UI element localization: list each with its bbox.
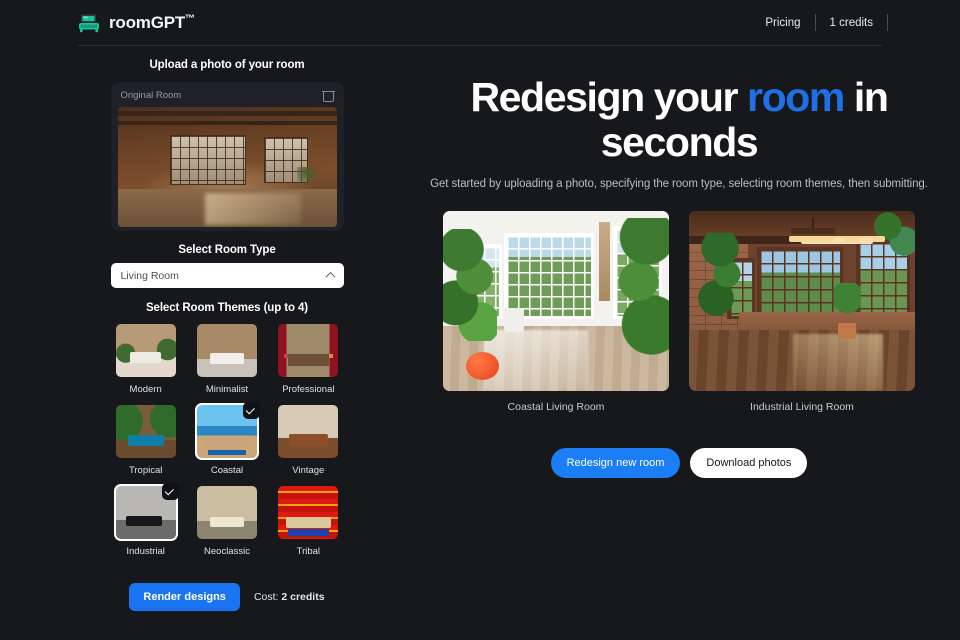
pricing-link[interactable]: Pricing [751,17,814,29]
theme-thumbnail-box[interactable] [276,403,340,460]
original-photo-card: Original Room [110,82,344,231]
brand-trademark: ™ [185,12,195,24]
theme-thumbnail-image [278,405,339,458]
original-photo-header: Original Room [118,89,337,107]
theme-option-neoclassic[interactable]: Neoclassic [192,484,262,557]
theme-thumbnail-box[interactable] [195,322,259,379]
theme-thumbnail-image [278,486,339,539]
chandelier-icon [788,218,838,247]
page-title: Redesign your room in seconds [398,74,960,165]
theme-thumbnail-image [115,324,176,377]
couch-icon [79,14,99,32]
action-buttons: Redesign new room Download photos [398,448,960,479]
title-part-1: Redesign your [470,74,748,120]
room-type-value: Living Room [120,269,179,282]
result-card-coastal: Coastal Living Room [443,211,669,413]
trash-icon[interactable] [321,89,335,102]
title-accent: room [747,74,845,120]
theme-thumbnail-box[interactable] [195,484,259,541]
chevron-up-icon [325,271,335,282]
theme-thumbnail-image [278,324,339,377]
theme-thumbnail-box[interactable] [114,403,178,460]
hero-section: Redesign your room in seconds Get starte… [398,59,960,190]
original-room-label: Original Room [120,90,182,101]
redesign-new-room-button[interactable]: Redesign new room [550,448,681,479]
theme-thumbnail-box[interactable] [113,483,179,541]
check-icon [161,483,179,500]
theme-grid: Modern Minimalist Professional Tropical Coas… [111,322,344,557]
upload-section-title: Upload a photo of your room [149,59,305,71]
cost-prefix: Cost: [253,591,279,603]
theme-label: Tribal [296,546,321,557]
header-divider-2 [887,14,888,31]
brand-logo[interactable]: roomGPT™ [78,13,195,33]
theme-option-modern[interactable]: Modern [111,322,181,395]
theme-thumbnail-box[interactable] [276,322,340,379]
cost-value: 2 credits [281,591,325,603]
industrial-result-image[interactable] [689,211,915,392]
coastal-result-image[interactable] [443,211,669,392]
main-panel: Redesign your room in seconds Get starte… [398,59,960,611]
render-row: Render designs Cost: 2 credits [62,583,392,611]
app-header: roomGPT™ Pricing 1 credits [0,0,960,45]
theme-label: Coastal [210,465,244,476]
content-area: Upload a photo of your room Original Roo… [0,45,960,611]
original-room-image [117,107,337,227]
download-photos-button[interactable]: Download photos [690,448,808,479]
theme-label: Modern [129,384,162,395]
page-subtitle: Get started by uploading a photo, specif… [430,178,928,191]
theme-option-professional[interactable]: Professional [273,322,343,395]
theme-option-coastal[interactable]: Coastal [192,402,262,476]
theme-option-minimalist[interactable]: Minimalist [192,322,262,395]
room-type-select-wrap: Living Room [110,263,344,288]
header-bottom-rule [78,45,882,46]
theme-label: Vintage [292,465,325,476]
credits-label[interactable]: 1 credits [816,17,887,29]
theme-label: Tropical [128,465,163,476]
result-caption: Industrial Living Room [750,401,854,414]
sidebar-panel: Upload a photo of your room Original Roo… [62,59,392,611]
theme-label: Industrial [126,546,165,557]
theme-label: Minimalist [205,384,249,395]
themes-section-title: Select Room Themes (up to 4) [145,302,309,314]
roomgpt-app: roomGPT™ Pricing 1 credits Upload a phot… [0,0,960,640]
theme-thumbnail-image [196,486,257,539]
check-icon [242,402,260,419]
theme-thumbnail-image [115,405,176,458]
theme-option-vintage[interactable]: Vintage [273,403,343,476]
theme-option-tropical[interactable]: Tropical [111,403,181,476]
theme-thumbnail-box[interactable] [194,402,260,460]
cost-label: Cost: 2 credits [254,591,325,603]
result-card-industrial: Industrial Living Room [689,211,915,413]
results-row: Coastal Living Room Industrial Living Ro… [398,211,960,413]
theme-label: Neoclassic [204,546,250,557]
result-caption: Coastal Living Room [507,401,605,414]
brand-name: roomGPT™ [109,12,195,32]
theme-option-industrial[interactable]: Industrial [111,483,181,557]
header-nav: Pricing 1 credits [751,13,888,33]
room-type-select[interactable]: Living Room [110,263,344,288]
room-type-title: Select Room Type [178,244,276,256]
theme-label: Professional [282,384,335,395]
theme-thumbnail-box[interactable] [114,322,178,379]
theme-option-tribal[interactable]: Tribal [273,484,343,557]
theme-thumbnail-image [196,324,257,377]
render-designs-button[interactable]: Render designs [129,583,240,611]
theme-thumbnail-box[interactable] [276,484,340,541]
